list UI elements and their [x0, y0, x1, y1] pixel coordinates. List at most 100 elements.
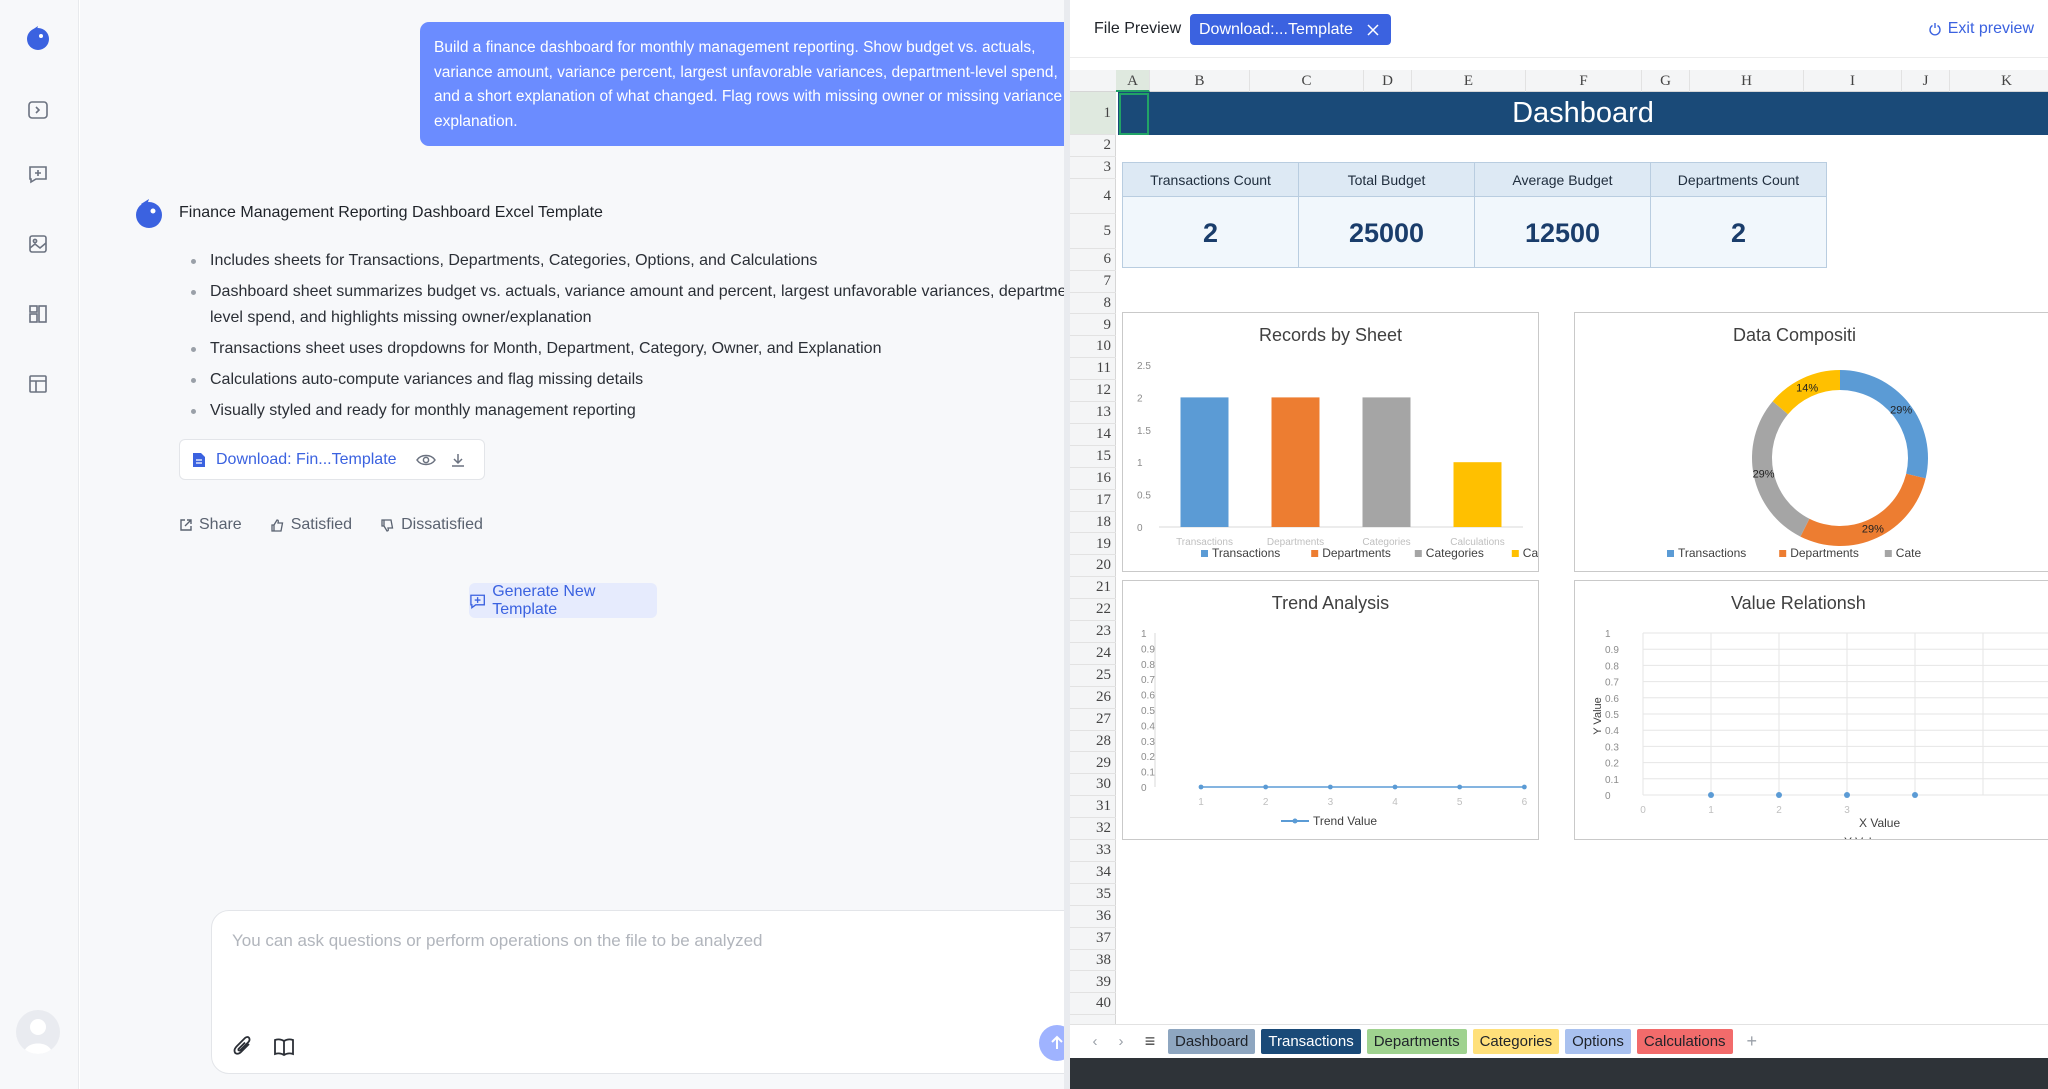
- image-analysis-icon[interactable]: [24, 230, 52, 258]
- row-header[interactable]: 9: [1070, 315, 1116, 337]
- data-composition-chart[interactable]: Data Compositi 29% 29% 29% 14% Transactions D…: [1574, 312, 2048, 572]
- row-header[interactable]: 40: [1070, 993, 1116, 1016]
- row-header[interactable]: 10: [1070, 336, 1116, 359]
- row-header[interactable]: 34: [1070, 862, 1116, 884]
- column-header[interactable]: E: [1412, 70, 1526, 92]
- row-header[interactable]: 21: [1070, 577, 1116, 600]
- sheet-list-icon[interactable]: ≡: [1136, 1031, 1164, 1052]
- row-header[interactable]: 18: [1070, 512, 1116, 534]
- records-by-sheet-chart[interactable]: Records by Sheet 0 0.5 1 1.5 2 2.5 Transaction…: [1122, 312, 1539, 572]
- sheet-tab[interactable]: Options: [1565, 1029, 1631, 1054]
- row-header[interactable]: 4: [1070, 179, 1116, 214]
- row-header[interactable]: 27: [1070, 709, 1116, 731]
- legend-label: Departments: [1322, 546, 1391, 560]
- sheet-tab[interactable]: Transactions: [1261, 1029, 1361, 1054]
- user-avatar[interactable]: [16, 1010, 60, 1054]
- column-header[interactable]: D: [1364, 70, 1412, 92]
- spreadsheet-view[interactable]: ABCDEFGHIJKL 123456789101112131415161718…: [1070, 58, 2048, 1024]
- row-header[interactable]: 1: [1070, 92, 1116, 135]
- row-header[interactable]: 31: [1070, 796, 1116, 819]
- column-header[interactable]: J: [1902, 70, 1950, 92]
- knowledge-book-icon[interactable]: [272, 1035, 296, 1059]
- preview-file-tab[interactable]: Download:...Template: [1190, 14, 1391, 45]
- row-header[interactable]: 37: [1070, 928, 1116, 950]
- legend-swatch: [1311, 550, 1319, 557]
- row-header[interactable]: 14: [1070, 424, 1116, 446]
- y-tick-label: 0.7: [1605, 678, 1619, 689]
- row-header[interactable]: 15: [1070, 446, 1116, 468]
- x-tick-label: 3: [1844, 805, 1850, 816]
- trend-analysis-chart[interactable]: Trend Analysis 0 0.1 0.2 0.3 0.4 0.5 0.6 0.7 0.8…: [1122, 580, 1539, 840]
- satisfied-button[interactable]: Satisfied: [270, 516, 352, 534]
- close-icon[interactable]: [1367, 23, 1379, 36]
- y-tick-label: 1.5: [1137, 426, 1151, 437]
- question-input[interactable]: [232, 931, 1052, 951]
- column-header[interactable]: H: [1690, 70, 1804, 92]
- row-header[interactable]: 2: [1070, 135, 1116, 157]
- row-header[interactable]: 13: [1070, 402, 1116, 424]
- legend-swatch: [1201, 550, 1208, 557]
- row-header[interactable]: 8: [1070, 293, 1116, 315]
- row-header[interactable]: 30: [1070, 774, 1116, 797]
- column-header[interactable]: F: [1526, 70, 1642, 92]
- sheet-tab[interactable]: Categories: [1472, 1029, 1560, 1054]
- selected-cell-a1[interactable]: [1119, 93, 1149, 135]
- y-tick-label: 0.8: [1605, 661, 1619, 672]
- row-header[interactable]: 17: [1070, 490, 1116, 512]
- eye-icon[interactable]: [416, 453, 436, 467]
- download-icon[interactable]: [450, 452, 466, 468]
- column-header[interactable]: I: [1804, 70, 1902, 92]
- generate-new-template-button[interactable]: Generate New Template: [469, 583, 657, 618]
- row-header[interactable]: 12: [1070, 380, 1116, 403]
- sheet-tabs: Dashboard Transactions Departments Categori…: [1168, 1029, 1733, 1054]
- logo-icon[interactable]: [24, 24, 52, 52]
- scroll-right-icon[interactable]: ›: [1110, 1033, 1132, 1050]
- dissatisfied-button[interactable]: Dissatisfied: [380, 516, 483, 534]
- row-header[interactable]: 22: [1070, 599, 1116, 622]
- exit-preview-button[interactable]: Exit preview: [1928, 20, 2034, 38]
- row-header[interactable]: 25: [1070, 665, 1116, 687]
- apps-icon[interactable]: [24, 300, 52, 328]
- value-relationship-chart[interactable]: Value Relationsh 0 0.1 0.2 0.3 0.4 0.5 0.6 0.7 0…: [1574, 580, 2048, 840]
- column-header[interactable]: C: [1250, 70, 1364, 92]
- template-icon[interactable]: [24, 370, 52, 398]
- row-header[interactable]: 24: [1070, 643, 1116, 665]
- column-header[interactable]: B: [1150, 70, 1250, 92]
- row-header[interactable]: 33: [1070, 840, 1116, 862]
- scroll-left-icon[interactable]: ‹: [1084, 1033, 1106, 1050]
- attachment-icon[interactable]: [230, 1033, 256, 1059]
- column-header[interactable]: G: [1642, 70, 1690, 92]
- row-header[interactable]: 19: [1070, 534, 1116, 556]
- new-chat-icon[interactable]: [24, 160, 52, 188]
- row-header[interactable]: 20: [1070, 555, 1116, 578]
- download-file-link[interactable]: Download: Fin...Template: [216, 451, 397, 469]
- row-header[interactable]: 3: [1070, 157, 1116, 179]
- row-header[interactable]: 38: [1070, 950, 1116, 972]
- sheet-tab[interactable]: Departments: [1366, 1029, 1467, 1054]
- row-header[interactable]: 6: [1070, 249, 1116, 271]
- row-header[interactable]: 7: [1070, 271, 1116, 293]
- column-header[interactable]: A: [1116, 70, 1150, 92]
- sidebar-toggle-icon[interactable]: [24, 96, 52, 124]
- row-header[interactable]: 28: [1070, 731, 1116, 753]
- add-sheet-icon[interactable]: +: [1747, 1031, 1758, 1052]
- download-file-card[interactable]: Download: Fin...Template: [179, 439, 485, 480]
- row-header[interactable]: 16: [1070, 468, 1116, 490]
- sheet-tab[interactable]: Dashboard: [1168, 1029, 1256, 1054]
- kpi-value: 25000: [1348, 218, 1425, 248]
- row-header[interactable]: 23: [1070, 621, 1116, 643]
- share-button[interactable]: Share: [179, 516, 242, 534]
- row-header[interactable]: 5: [1070, 214, 1116, 249]
- row-header[interactable]: 39: [1070, 972, 1116, 994]
- row-header[interactable]: 32: [1070, 818, 1116, 841]
- sheet-tab[interactable]: Calculations: [1636, 1029, 1733, 1054]
- feedback-actions: Share Satisfied Dissatisfied: [179, 516, 483, 534]
- row-header[interactable]: 11: [1070, 358, 1116, 381]
- row-header[interactable]: 35: [1070, 884, 1116, 906]
- column-header[interactable]: K: [1950, 70, 2048, 92]
- row-header[interactable]: 29: [1070, 753, 1116, 775]
- y-tick-label: 1: [1137, 458, 1143, 469]
- row-header[interactable]: 26: [1070, 687, 1116, 709]
- row-header[interactable]: 36: [1070, 906, 1116, 928]
- list-item: Calculations auto-compute variances and …: [188, 367, 1088, 393]
